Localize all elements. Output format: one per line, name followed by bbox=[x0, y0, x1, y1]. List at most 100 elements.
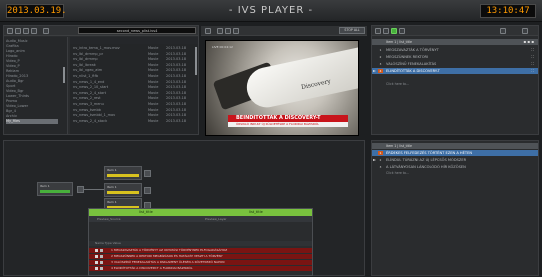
playlist-path-field[interactable]: second_news_plist.ivs4 bbox=[78, 27, 196, 34]
preview-toolbar: STOP ALL bbox=[201, 26, 367, 36]
playlist-footer[interactable]: Click here to... bbox=[386, 82, 409, 86]
playlist-top-panel: Item 1 | list_title ▪ ▪ ▪ 1 MEGSZAVAZTÁK … bbox=[371, 25, 539, 135]
stop-all-button[interactable]: STOP ALL bbox=[339, 27, 365, 34]
file-row[interactable]: nv_news_2_rest Movie 2013.03.18 bbox=[70, 96, 198, 101]
playlist-item-title: ÉRDEKES FELFEDEZÉS TÖRTÉNT EZEN A HÉTEN bbox=[386, 151, 473, 155]
search-icon[interactable] bbox=[43, 28, 49, 34]
add-icon[interactable] bbox=[375, 28, 381, 34]
layer-row-text: 2 MEGSZÜNNEK A REKTORI MEGBÍZÁSOK ÉS HAT… bbox=[111, 254, 223, 258]
file-row[interactable]: nv_news_1_4_end Movie 2013.03.18 bbox=[70, 80, 198, 85]
tree-item-selected[interactable]: My_files bbox=[6, 119, 58, 124]
playlist-item[interactable]: ► 2 ELÍNDUL TÚRÁZNI AZ ÚJ LÉPCSŐS MÓDSZER bbox=[372, 157, 538, 163]
layer-row[interactable]: 3 VALÓSZÍNŰ FENEKALAKÍTÁS A PARLAMENT ÜL… bbox=[89, 260, 312, 265]
playlist-item[interactable]: 3 VALÓSZÍNŰ FENEKALAKÍTÁS ∷ bbox=[372, 61, 538, 67]
refresh-icon[interactable] bbox=[31, 28, 37, 34]
drag-handle-icon[interactable]: ∷ bbox=[531, 61, 534, 67]
file-row[interactable]: nv_news_tsmbb Movie 2013.03.18 bbox=[70, 108, 198, 113]
playlist-footer[interactable]: Click here to... bbox=[386, 171, 409, 175]
file-list-header bbox=[70, 37, 198, 44]
file-row[interactable]: nv_lbl_lbreak Movie 2013.03.18 bbox=[70, 63, 198, 68]
lock-icon[interactable] bbox=[100, 267, 103, 270]
drag-handle-icon[interactable]: ∷ bbox=[531, 47, 534, 53]
visibility-icon[interactable] bbox=[95, 249, 98, 252]
playlist-item-number: 3 bbox=[379, 62, 382, 66]
drag-handle-icon[interactable]: ∷ bbox=[531, 68, 534, 74]
gear-icon[interactable] bbox=[522, 28, 528, 34]
layer-row[interactable]: 2 MEGSZÜNNEK A REKTORI MEGBÍZÁSOK ÉS HAT… bbox=[89, 254, 312, 259]
file-name: nv_lbl_drmmp_pr bbox=[73, 51, 104, 56]
settings-icon[interactable] bbox=[399, 28, 405, 34]
playlist-header: Item 1 | list_title bbox=[372, 143, 538, 149]
title-bar: 2013.03.19. - IVS PLAYER - 13:10:47 bbox=[0, 0, 542, 22]
open-icon[interactable] bbox=[23, 28, 29, 34]
playlist-header-text: Item 1 | list_title bbox=[386, 40, 412, 44]
grid-icon[interactable] bbox=[217, 28, 223, 34]
window-icon[interactable] bbox=[500, 28, 506, 34]
layout-icon[interactable] bbox=[225, 28, 231, 34]
layer-row[interactable]: 4 ELINDÍTOTTÁK A DISCOVERY-T A FLORIDAI … bbox=[89, 266, 312, 271]
playlist-item[interactable]: 1 ÉRDEKES FELFEDEZÉS TÖRTÉNT EZEN A HÉTEN bbox=[372, 150, 538, 156]
file-name: nv_nlist_1_ftfb bbox=[73, 74, 99, 78]
file-name: nv_news_2_10_start bbox=[73, 85, 109, 90]
playlist-item-title: A LÁTVÁNYOSAN LÁNCOLÓDÓ HÍR KÖZÖSEN bbox=[386, 165, 466, 169]
lower-third-graphic: BEINDÍTOTTÁK A DISCOVERY-T ŰRSIKLÓ INDUL… bbox=[228, 115, 348, 127]
file-type: Movie bbox=[148, 68, 159, 73]
file-name: nv_news_3_menu bbox=[73, 102, 104, 106]
layer-node-2-play-icon[interactable] bbox=[144, 187, 151, 194]
layer-right-subtitle: Preview_Layer bbox=[205, 217, 227, 221]
visibility-icon[interactable] bbox=[95, 255, 98, 258]
play-icon[interactable] bbox=[391, 28, 397, 34]
video-hud: LIVE 00:04:12 bbox=[212, 45, 233, 49]
tree-scrollbar[interactable] bbox=[63, 67, 65, 83]
file-row[interactable]: nv_intro_tema_1_mov.mov Movie 2013.03.18 bbox=[70, 46, 198, 51]
lock-icon[interactable] bbox=[100, 255, 103, 258]
file-row[interactable]: nv_news_tsmbbl_1_mov Movie 2013.03.18 bbox=[70, 113, 198, 118]
layer-node-1-play-icon[interactable] bbox=[144, 170, 151, 177]
new-folder-icon[interactable] bbox=[7, 28, 13, 34]
playlist-item[interactable]: 2 MEGSZÜNNEK REKTORI ∷ bbox=[372, 54, 538, 60]
file-date: 2013.03.18 bbox=[166, 62, 187, 67]
visibility-icon[interactable] bbox=[95, 261, 98, 264]
file-row[interactable]: nv_news_2_4_start Movie 2013.03.18 bbox=[70, 91, 198, 96]
playlist-item[interactable]: 1 MEGSZAVAZTÁK A TÖRVÉNYT ∷ bbox=[372, 47, 538, 53]
playlist-item-title: MEGSZAVAZTÁK A TÖRVÉNYT bbox=[386, 48, 439, 52]
file-type: Movie bbox=[148, 118, 159, 123]
layer-node-1[interactable]: Item 1 bbox=[104, 166, 142, 180]
file-type: Movie bbox=[148, 102, 159, 106]
app-title: - IVS PLAYER - bbox=[228, 5, 314, 16]
file-list-scrollbar[interactable] bbox=[195, 47, 197, 75]
visibility-icon[interactable] bbox=[95, 267, 98, 270]
file-list: nv_intro_tema_1_mov.mov Movie 2013.03.18 nv… bbox=[70, 37, 198, 134]
file-row[interactable]: nv_nlist_1_ftfb Movie 2013.03.18 bbox=[70, 74, 198, 79]
lock-icon[interactable] bbox=[100, 261, 103, 264]
file-name: nv_intro_tema_1_mov.mov bbox=[73, 46, 120, 50]
file-row[interactable]: nv_lbl_vgeo_atm Movie 2013.03.18 bbox=[70, 68, 198, 73]
lock-icon[interactable] bbox=[100, 249, 103, 252]
playlist-item-number: 3 bbox=[379, 165, 382, 169]
save-icon[interactable] bbox=[15, 28, 21, 34]
file-row[interactable]: nv_news_3_menu Movie 2013.03.18 bbox=[70, 102, 198, 107]
playlist-item[interactable]: ► 4 ELINDÍTOTTÁK A DISCOVERY-T ∷ bbox=[372, 68, 538, 74]
lower-third-subtitle: ŰRSIKLÓ INDULT ÚJ KÜLDETÉSRE A FLORIDAI … bbox=[228, 122, 348, 127]
source-node[interactable]: Item 1 bbox=[37, 182, 73, 196]
file-row[interactable]: nv_lbl_drmmp_pr Movie 2013.03.18 bbox=[70, 52, 198, 57]
ivs-player-window: 2013.03.19. - IVS PLAYER - 13:10:47 Audi… bbox=[0, 0, 542, 277]
layer-row-text: 4 ELINDÍTOTTÁK A DISCOVERY-T A FLORIDAI … bbox=[111, 266, 193, 270]
file-name: nv_news_tsmbbl_1_mov bbox=[73, 113, 116, 118]
list-icon[interactable] bbox=[383, 28, 389, 34]
file-row[interactable]: nv_news_2_10_start Movie 2013.03.18 bbox=[70, 85, 198, 90]
folder-tree: Audio_Music Grafika Logo_anim Hirado Vid… bbox=[4, 37, 68, 134]
playlist-header-controls-icon[interactable]: ▪ ▪ ▪ bbox=[523, 39, 534, 45]
fullscreen-icon[interactable] bbox=[233, 28, 239, 34]
file-row[interactable]: nv_news_2_4_stack Movie 2013.03.18 bbox=[70, 119, 198, 124]
file-type: Movie bbox=[148, 96, 159, 101]
source-node-play-icon[interactable] bbox=[77, 186, 84, 193]
file-row[interactable]: nv_lbl_drmmp Movie 2013.03.18 bbox=[70, 57, 198, 62]
layer-row[interactable]: 1 MEGSZAVAZTÁK A TÖRVÉNYT AZ OKTATÁSI TÖ… bbox=[89, 248, 312, 253]
file-date: 2013.03.18 bbox=[166, 46, 187, 50]
playlist-item[interactable]: 3 A LÁTVÁNYOSAN LÁNCOLÓDÓ HÍR KÖZÖSEN bbox=[372, 164, 538, 170]
video-preview[interactable]: Discovery LIVE 00:04:12 BEINDÍTOTTÁK A D… bbox=[205, 40, 359, 136]
layer-node-2[interactable]: Item 1 bbox=[104, 183, 142, 197]
audio-icon[interactable] bbox=[205, 28, 211, 34]
drag-handle-icon[interactable]: ∷ bbox=[531, 54, 534, 60]
